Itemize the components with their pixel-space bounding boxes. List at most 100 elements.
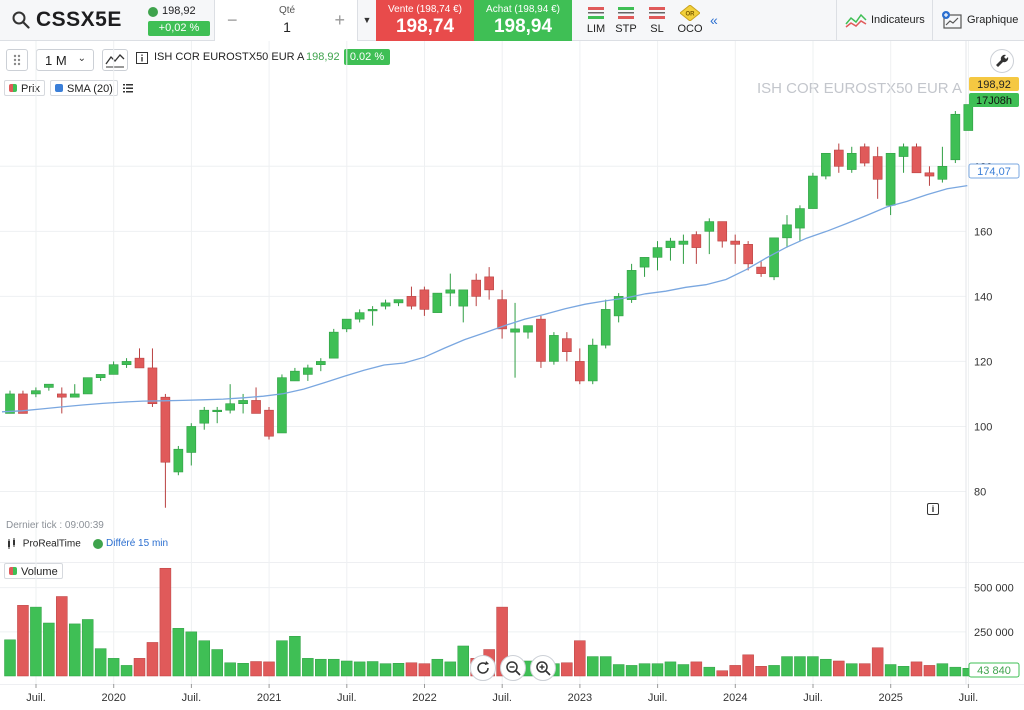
qty-plus-button[interactable]: + — [334, 10, 345, 31]
candle-body — [782, 224, 792, 239]
candle-body — [717, 221, 728, 242]
search-icon[interactable] — [12, 11, 30, 29]
candle — [160, 393, 171, 508]
candle — [639, 257, 650, 277]
candle-body — [885, 152, 896, 206]
volume-bar — [690, 661, 703, 677]
volume-bar — [250, 661, 262, 677]
order-type-label: STP — [615, 23, 637, 35]
time-axis-label: Juil. — [803, 692, 823, 704]
volume-bar — [677, 664, 690, 677]
candle-body — [898, 146, 909, 157]
price-tick-label: 160 — [974, 226, 992, 238]
candle-body — [186, 426, 197, 453]
ticker-symbol[interactable]: CSSX5E — [36, 8, 122, 32]
quantity-stepper[interactable]: − Qté 1 + — [214, 0, 358, 41]
candle-body — [846, 152, 857, 170]
time-axis-label: 2020 — [101, 692, 125, 704]
price-chart[interactable]: 80100120140160180 198,92 17J08h 174,07 — [0, 41, 1024, 562]
time-axis-label: Juil. — [182, 692, 202, 704]
candle — [471, 273, 482, 307]
quote-price: 198,92 — [162, 5, 196, 17]
candle-body — [199, 409, 210, 424]
order-lim-button[interactable]: LIM — [580, 5, 612, 39]
indicators-button[interactable]: Indicateurs — [836, 0, 932, 41]
candle — [846, 146, 857, 173]
candle-body — [639, 257, 650, 268]
candle — [652, 241, 663, 271]
volume-bar — [457, 645, 469, 677]
candle-body — [562, 338, 572, 352]
buy-caption: Achat (198,94 €) — [486, 4, 560, 15]
sell-button[interactable]: Vente (198,74 €) 198,74 — [376, 0, 474, 41]
volume-bar — [587, 656, 599, 677]
volume-bar — [198, 640, 210, 677]
candle — [445, 273, 456, 307]
volume-horizontal-gridlines — [0, 587, 966, 633]
volume-bar — [949, 666, 962, 677]
volume-bar — [224, 662, 236, 677]
order-type-label: SL — [650, 23, 664, 35]
candle — [795, 205, 805, 242]
last-volume-tag: 43 840 — [968, 662, 1020, 678]
graphic-button[interactable]: Graphique — [932, 0, 1024, 41]
candle — [950, 111, 961, 164]
time-axis-label: 2022 — [412, 692, 436, 704]
volume-bar — [781, 656, 793, 677]
candle — [665, 237, 676, 261]
candle — [108, 361, 119, 375]
buy-button[interactable]: Achat (198,94 €) 198,94 — [474, 0, 572, 41]
provider-name: ProRealTime — [22, 538, 81, 550]
price-tick-label: 140 — [974, 291, 992, 303]
zoom-in-icon — [536, 661, 551, 676]
candle-body — [950, 113, 961, 161]
candle — [238, 393, 248, 414]
candle — [872, 146, 883, 199]
candle-body — [432, 292, 443, 313]
candle — [419, 286, 430, 316]
volume-bar — [833, 660, 845, 677]
volume-bar — [4, 639, 16, 677]
collapse-panel-icon[interactable]: « — [710, 12, 718, 28]
candle-body — [303, 367, 313, 375]
volume-bar — [625, 665, 638, 677]
zoom-out-button[interactable] — [500, 655, 526, 681]
volume-bar — [133, 658, 146, 677]
sell-caption: Vente (198,74 €) — [388, 4, 462, 15]
volume-bar — [353, 661, 366, 677]
qty-dropdown-caret-icon[interactable]: ▼ — [359, 0, 375, 41]
candle-body — [665, 240, 676, 248]
volume-axis-ticks: 250 000 500 000 — [974, 583, 1014, 639]
candle — [937, 146, 948, 183]
quote-summary: 198,92 +0,02 % — [144, 4, 210, 36]
time-axis[interactable]: Juil. 2020 Juil. 2021 Juil. 2022 Juil. 2023 Juil… — [0, 684, 1024, 710]
reset-zoom-button[interactable] — [470, 655, 496, 681]
top-toolbar: CSSX5E 198,92 +0,02 % − Qté 1 + ▼ Vente … — [0, 0, 1024, 41]
order-oco-button[interactable]: OR OCO — [674, 5, 706, 39]
candle-body — [380, 302, 391, 307]
candle — [833, 143, 844, 173]
zoom-in-button[interactable] — [530, 655, 556, 681]
order-stp-button[interactable]: STP — [610, 5, 642, 39]
volume-bar — [884, 664, 897, 677]
info-icon[interactable]: i — [927, 503, 939, 515]
volume-bar — [315, 658, 327, 677]
last-volume-label: 43 840 — [977, 665, 1011, 677]
last-price-label: 198,92 — [977, 79, 1011, 91]
delay-text[interactable]: Différé 15 min — [106, 538, 168, 549]
volume-bar — [599, 656, 612, 677]
volume-bar — [431, 658, 444, 677]
candle — [497, 289, 507, 339]
candle-body — [536, 318, 546, 362]
order-sl-button[interactable]: SL — [641, 5, 673, 39]
candle — [44, 383, 54, 391]
candle-body — [277, 377, 287, 434]
volume-bar — [120, 665, 133, 677]
candle-body — [756, 266, 766, 274]
volume-bar — [742, 654, 754, 677]
indicators-icon — [845, 13, 867, 28]
volume-bar — [56, 596, 68, 677]
candle — [730, 234, 741, 264]
volume-bar — [211, 649, 223, 677]
countdown-label: 17J08h — [976, 95, 1012, 107]
